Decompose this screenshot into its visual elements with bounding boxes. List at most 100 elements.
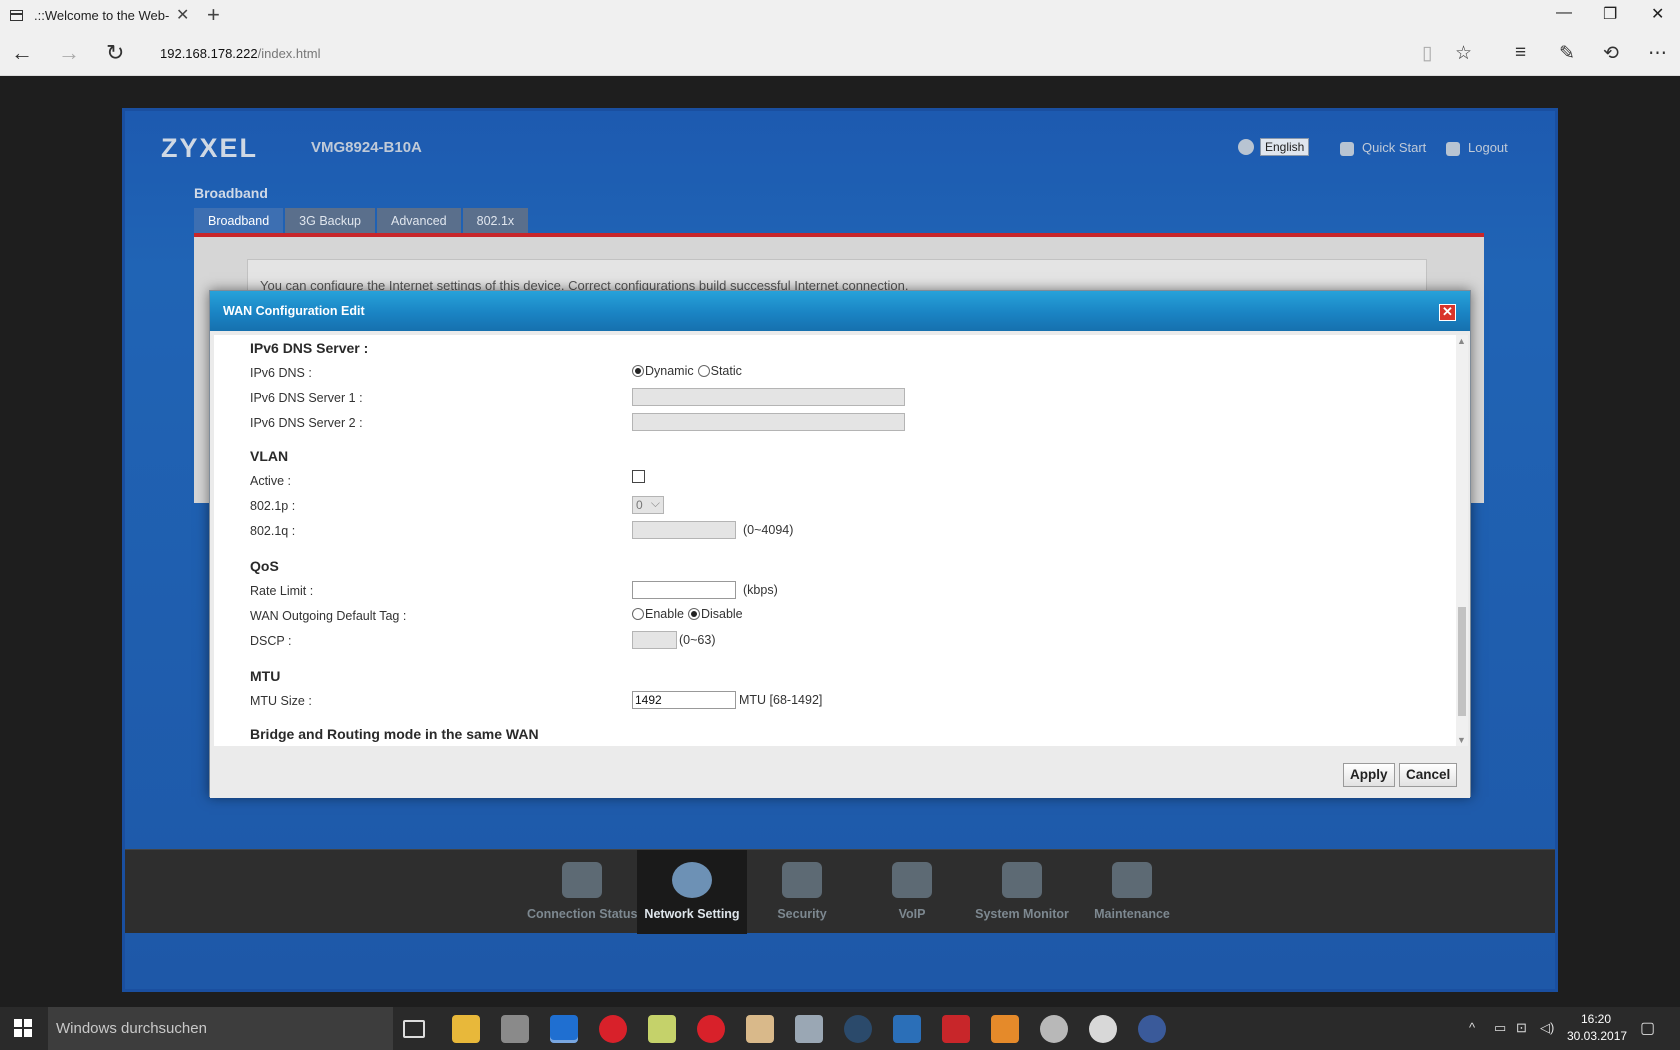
menu-connection-status[interactable]: Connection Status	[527, 850, 637, 934]
dialog-scrollbar[interactable]: ▲ ▼	[1456, 335, 1468, 746]
close-icon[interactable]: ✕	[1439, 304, 1456, 321]
clock-date: 30.03.2017	[1567, 1029, 1628, 1043]
opera-icon[interactable]	[599, 1015, 627, 1043]
menu-label: Connection Status	[527, 907, 638, 921]
scroll-down-icon[interactable]: ▼	[1457, 735, 1466, 745]
show-hidden-icons-icon[interactable]: ^	[1469, 1020, 1475, 1035]
ipv6-dns-server1-input[interactable]	[632, 388, 905, 406]
tab-advanced[interactable]: Advanced	[377, 208, 461, 234]
mtu-size-ctrl: 1492 MTU [68-1492]	[632, 691, 822, 709]
vlan-8021p-label: 802.1p :	[250, 499, 296, 513]
file-explorer-icon[interactable]	[452, 1015, 480, 1043]
quick-start-label: Quick Start	[1362, 140, 1427, 155]
hub-icon[interactable]: ≡	[1515, 42, 1526, 64]
menu-network-setting[interactable]: Network Setting	[637, 850, 747, 934]
app-icon-2[interactable]	[893, 1015, 921, 1043]
scroll-thumb[interactable]	[1458, 607, 1466, 716]
windows-start-icon[interactable]	[14, 1019, 32, 1037]
volume-icon[interactable]: ◁)	[1540, 1020, 1554, 1036]
scroll-up-icon[interactable]: ▲	[1457, 336, 1466, 346]
logout-label: Logout	[1468, 140, 1508, 155]
battery-icon[interactable]: ▭	[1494, 1020, 1506, 1036]
mtu-size-input[interactable]: 1492	[632, 691, 736, 709]
back-icon[interactable]: ←	[11, 40, 33, 66]
window-close-icon[interactable]: ✕	[1651, 4, 1664, 24]
forward-icon[interactable]: →	[58, 40, 80, 66]
favorite-star-icon[interactable]: ☆	[1455, 42, 1472, 65]
taskbar-search[interactable]: Windows durchsuchen	[48, 1007, 393, 1050]
ipv6-dns-static-radio[interactable]	[697, 365, 710, 377]
tag-enable-radio[interactable]	[632, 608, 644, 620]
app-icon[interactable]	[746, 1015, 774, 1043]
menu-system-monitor[interactable]: System Monitor	[967, 850, 1077, 934]
app-icon-3[interactable]	[942, 1015, 970, 1043]
menu-voip[interactable]: VoIP	[857, 850, 967, 934]
new-tab-icon[interactable]: +	[207, 2, 220, 28]
ipv6-dns-server2-input[interactable]	[632, 413, 905, 431]
task-view-icon[interactable]	[403, 1020, 425, 1038]
ipv6-dns-mode: Dynamic Static	[632, 364, 742, 378]
tag-disable-radio[interactable]	[687, 608, 700, 620]
monitor-icon	[1002, 862, 1042, 898]
url-field[interactable]: 192.168.178.222/index.html	[160, 46, 320, 61]
dialog-footer: Apply Cancel	[210, 746, 1470, 798]
ipv6-dns-dynamic-radio[interactable]	[632, 365, 644, 377]
tab-broadband[interactable]: Broadband	[194, 208, 284, 234]
cancel-button[interactable]: Cancel	[1399, 763, 1458, 787]
vlan-active-label: Active :	[250, 474, 291, 488]
image-viewer-icon[interactable]	[795, 1015, 823, 1043]
dscp-input[interactable]	[632, 631, 677, 649]
language-selector[interactable]: English	[1238, 138, 1310, 156]
media-player-icon[interactable]	[991, 1015, 1019, 1043]
bridge-routing-section-title: Bridge and Routing mode in the same WAN	[250, 726, 539, 742]
vlan-active-checkbox[interactable]	[632, 470, 645, 483]
logout-link[interactable]: Logout	[1446, 140, 1508, 156]
refresh-icon[interactable]: ↻	[106, 40, 124, 66]
menu-label: Network Setting	[644, 907, 740, 921]
share-icon[interactable]: ⟲	[1603, 42, 1619, 65]
minimize-icon[interactable]: —	[1556, 4, 1572, 22]
tab-802-1x[interactable]: 802.1x	[462, 208, 529, 234]
quick-start-link[interactable]: Quick Start	[1340, 140, 1426, 156]
restore-icon[interactable]: ❐	[1603, 4, 1617, 24]
menu-label: Maintenance	[1094, 907, 1170, 921]
folder-icon[interactable]	[648, 1015, 676, 1043]
tab-title: .::Welcome to the Web-	[34, 8, 170, 23]
tag-disable-label: Disable	[700, 607, 743, 621]
steam-icon[interactable]	[844, 1015, 872, 1043]
notifications-icon[interactable]: ▢	[1640, 1018, 1655, 1038]
web-note-icon[interactable]: ✎	[1559, 42, 1575, 65]
network-icon[interactable]: ⊡	[1516, 1020, 1527, 1036]
edge-browser-icon[interactable]	[550, 1015, 578, 1043]
menu-maintenance[interactable]: Maintenance	[1077, 850, 1187, 934]
tab-3g-backup[interactable]: 3G Backup	[285, 208, 376, 234]
gear-icon	[672, 862, 712, 898]
wan-default-tag-label: WAN Outgoing Default Tag :	[250, 609, 407, 623]
rate-limit-input[interactable]	[632, 581, 736, 599]
more-icon[interactable]: ⋯	[1648, 42, 1667, 65]
browser-tab-bar: .::Welcome to the Web- ✕ + — ❐ ✕	[0, 0, 1680, 32]
ipv6-dns-server1-ctrl	[632, 388, 905, 406]
app-icon-4[interactable]	[1089, 1015, 1117, 1043]
app-icon-5[interactable]	[1138, 1015, 1166, 1043]
browser-tab[interactable]: .::Welcome to the Web- ✕	[0, 0, 196, 32]
vlan-8021p-select[interactable]: 0	[632, 495, 664, 514]
notepad-icon[interactable]	[501, 1015, 529, 1043]
vlan-8021q-input[interactable]	[632, 521, 736, 539]
opera-icon-2[interactable]	[697, 1015, 725, 1043]
bottom-menu: Connection Status Network Setting Securi…	[125, 849, 1555, 934]
ipv6-dns-dynamic-label: Dynamic	[645, 364, 694, 378]
apply-button[interactable]: Apply	[1343, 763, 1395, 787]
menu-security[interactable]: Security	[747, 850, 857, 934]
url-host: 192.168.178.222	[160, 46, 258, 61]
connection-status-icon	[562, 862, 602, 898]
disc-icon[interactable]	[1040, 1015, 1068, 1043]
reading-view-icon[interactable]: ▯	[1422, 42, 1432, 65]
taskbar-clock[interactable]: 16:20 30.03.2017	[1567, 1011, 1628, 1045]
ipv6-dns-static-label: Static	[710, 364, 742, 378]
vlan-8021p-ctrl: 0	[632, 495, 664, 514]
language-select[interactable]: English	[1260, 138, 1310, 156]
dialog-body[interactable]: IPv6 DNS Server : IPv6 DNS : Dynamic Sta…	[214, 335, 1468, 746]
search-placeholder: Windows durchsuchen	[56, 1020, 207, 1037]
close-tab-icon[interactable]: ✕	[176, 5, 189, 25]
